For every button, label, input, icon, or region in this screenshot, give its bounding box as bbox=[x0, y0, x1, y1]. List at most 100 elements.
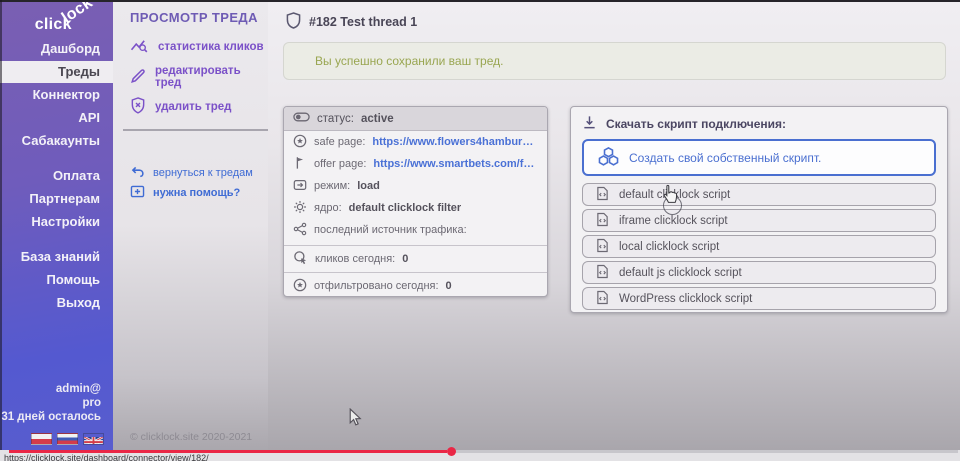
thread-title-row: #182 Test thread 1 bbox=[286, 12, 417, 32]
create-custom-script-button[interactable]: Создать свой собственный скрипт. bbox=[582, 139, 936, 176]
sidebar-item-help[interactable]: Помощь bbox=[0, 269, 113, 291]
thread-menu: статистика кликов редактировать тред уда… bbox=[113, 32, 268, 122]
help-icon bbox=[130, 185, 145, 201]
menu-divider bbox=[123, 129, 268, 131]
script-button-label: local clicklock script bbox=[619, 241, 719, 253]
status-label: статус: bbox=[317, 113, 354, 125]
sidebar-item-connector[interactable]: Коннектор bbox=[0, 84, 113, 106]
script-button-default-js[interactable]: default js clicklock script bbox=[582, 261, 936, 284]
sidebar-item-knowledge-base[interactable]: База знаний bbox=[0, 246, 113, 268]
row-value: load bbox=[357, 180, 380, 192]
status-row-safe-page: safe page: https://www.flowers4hamburg.c… bbox=[284, 131, 547, 153]
counter-clicks-today: кликов сегодня: 0 bbox=[284, 245, 547, 272]
row-label: ядро: bbox=[314, 202, 342, 214]
link-back-to-threads[interactable]: вернуться к тредам bbox=[113, 163, 268, 183]
player-progress-handle[interactable] bbox=[447, 447, 456, 456]
logo[interactable]: clicklock bbox=[35, 16, 105, 34]
sidebar-nav: Дашборд Треды Коннектор API Сабакаунты О… bbox=[0, 38, 113, 315]
sidebar-item-api[interactable]: API bbox=[0, 107, 113, 129]
pencil-icon bbox=[130, 68, 146, 87]
account-email: admin@ bbox=[1, 382, 101, 396]
badge-star-icon bbox=[293, 134, 307, 151]
scripts-card-title: Скачать скрипт подключения: bbox=[606, 117, 786, 131]
file-code-icon bbox=[596, 186, 609, 204]
status-row-mode: режим: load bbox=[284, 175, 547, 197]
menu-item-label: удалить тред bbox=[155, 101, 231, 113]
script-button-local[interactable]: local clicklock script bbox=[582, 235, 936, 258]
script-button-label: iframe clicklock script bbox=[619, 215, 728, 227]
statusbar-url: https://clicklock.site/dashboard/connect… bbox=[4, 453, 209, 461]
row-value: default clicklock filter bbox=[349, 202, 461, 214]
counter-value: 0 bbox=[402, 253, 408, 265]
counter-filtered-today: отфильтровано сегодня: 0 bbox=[284, 272, 547, 297]
offer-page-link[interactable]: https://www.smartbets.com/football/tea… bbox=[373, 158, 539, 170]
sidebar-item-partners[interactable]: Партнерам bbox=[0, 188, 113, 210]
player-progress-remaining[interactable] bbox=[452, 450, 958, 453]
file-code-icon bbox=[596, 238, 609, 256]
menu-item-delete-thread[interactable]: удалить тред bbox=[113, 92, 268, 122]
click-icon bbox=[293, 250, 308, 268]
status-row-traffic-source: последний источник трафика: bbox=[284, 219, 547, 241]
gear-icon bbox=[293, 200, 307, 217]
script-button-iframe[interactable]: iframe clicklock script bbox=[582, 209, 936, 232]
sidebar-item-payment[interactable]: Оплата bbox=[0, 165, 113, 187]
link-need-help[interactable]: нужна помощь? bbox=[113, 183, 268, 203]
poland-flag[interactable] bbox=[31, 433, 52, 445]
script-button-label: WordPress clicklock script bbox=[619, 293, 752, 305]
stats-icon bbox=[130, 38, 149, 56]
file-code-icon bbox=[596, 290, 609, 308]
app-window: clicklock Дашборд Треды Коннектор API Са… bbox=[0, 0, 960, 461]
counter-label: отфильтровано сегодня: bbox=[314, 280, 439, 292]
sidebar: clicklock Дашборд Треды Коннектор API Са… bbox=[0, 0, 113, 450]
sidebar-item-dashboard[interactable]: Дашборд bbox=[0, 38, 113, 60]
safe-page-link[interactable]: https://www.flowers4hamburg.com/ bbox=[372, 136, 539, 148]
menu-item-label: статистика кликов bbox=[158, 41, 264, 53]
account-info: admin@ pro 31 дней осталось bbox=[1, 382, 101, 424]
row-label: safe page: bbox=[314, 136, 365, 148]
menu-item-click-stats[interactable]: статистика кликов bbox=[113, 32, 268, 62]
create-button-label: Создать свой собственный скрипт. bbox=[629, 151, 821, 165]
sidebar-item-threads[interactable]: Треды bbox=[0, 61, 113, 83]
toggle-icon bbox=[293, 112, 310, 125]
account-plan: pro bbox=[1, 396, 101, 410]
link-label: вернуться к тредам bbox=[153, 167, 253, 179]
status-card: статус: active safe page: https://www.fl… bbox=[283, 106, 548, 297]
main-content: #182 Test thread 1 Вы успешно сохранили … bbox=[268, 0, 960, 450]
sidebar-item-logout[interactable]: Выход bbox=[0, 292, 113, 314]
uk-flag[interactable] bbox=[83, 433, 104, 445]
row-label: последний источник трафика: bbox=[314, 224, 467, 236]
script-button-default[interactable]: default clicklock script bbox=[582, 183, 936, 206]
browser-statusbar: https://clicklock.site/dashboard/connect… bbox=[0, 450, 960, 461]
sidebar-item-subaccounts[interactable]: Сабакаунты bbox=[0, 130, 113, 152]
russia-flag[interactable] bbox=[57, 433, 78, 445]
status-header: статус: active bbox=[284, 107, 547, 131]
hand-cursor-icon bbox=[660, 184, 679, 210]
player-progress-played[interactable] bbox=[9, 450, 447, 453]
status-row-core: ядро: default clicklock filter bbox=[284, 197, 547, 219]
counter-value: 0 bbox=[446, 280, 452, 292]
thread-menu-panel: ПРОСМОТР ТРЕДА статистика кликов редакти… bbox=[113, 0, 268, 450]
shield-icon bbox=[286, 12, 301, 32]
mode-icon bbox=[293, 178, 307, 195]
arrow-cursor-icon bbox=[349, 408, 362, 432]
language-switcher bbox=[31, 433, 104, 445]
file-code-icon bbox=[596, 212, 609, 230]
success-alert: Вы успешно сохранили ваш тред. bbox=[283, 42, 946, 80]
flag-icon bbox=[293, 155, 307, 173]
thread-menu-title: ПРОСМОТР ТРЕДА bbox=[130, 10, 258, 25]
status-row-offer-page: offer page: https://www.smartbets.com/fo… bbox=[284, 153, 547, 175]
download-icon bbox=[582, 115, 597, 133]
undo-icon bbox=[130, 166, 145, 181]
file-code-icon bbox=[596, 264, 609, 282]
thread-menu-links: вернуться к тредам нужна помощь? bbox=[113, 163, 268, 203]
counter-label: кликов сегодня: bbox=[315, 253, 395, 265]
scripts-card-header: Скачать скрипт подключения: bbox=[582, 109, 936, 139]
menu-item-edit-thread[interactable]: редактировать тред bbox=[113, 62, 268, 92]
badge-star-icon bbox=[293, 278, 307, 295]
script-button-wordpress[interactable]: WordPress clicklock script bbox=[582, 287, 936, 310]
row-label: offer page: bbox=[314, 158, 366, 170]
share-icon bbox=[293, 222, 307, 239]
page-title: #182 Test thread 1 bbox=[309, 15, 417, 29]
sidebar-item-settings[interactable]: Настройки bbox=[0, 211, 113, 233]
cubes-icon bbox=[598, 147, 619, 169]
